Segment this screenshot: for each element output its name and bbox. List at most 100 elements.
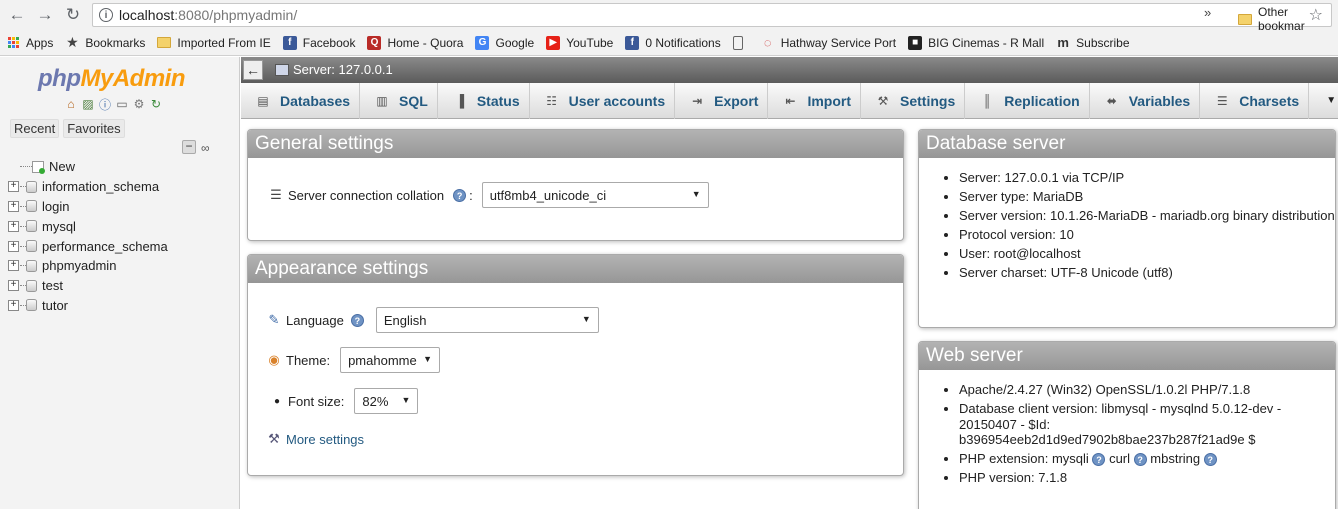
expand-icon[interactable]: + — [8, 240, 19, 252]
info-icon[interactable]: i — [99, 8, 113, 22]
language-select[interactable]: English ▼ — [375, 307, 599, 333]
list-icon: ☰ — [270, 187, 282, 202]
tab-import[interactable]: ⇤ Import — [768, 82, 862, 119]
bookmark-2[interactable]: Imported From IE — [157, 36, 271, 50]
php-ext-label: PHP extension: mysqli — [959, 451, 1089, 467]
collation-select[interactable]: utf8mb4_unicode_ci ▼ — [481, 182, 709, 208]
refresh-icon[interactable]: ↻ — [149, 97, 163, 111]
tab-label: Charsets — [1239, 92, 1300, 109]
more-settings-link[interactable]: More settings — [286, 432, 364, 447]
bookmark-1[interactable]: ★ Bookmarks — [65, 34, 145, 50]
bookmark-8[interactable] — [732, 35, 749, 50]
tab-user-accounts[interactable]: ☷ User accounts — [530, 82, 676, 119]
dropdown-caret-icon: ▼ — [423, 354, 433, 364]
language-icon: ✎ — [268, 312, 280, 327]
url-text[interactable]: localhost:8080/phpmyadmin/ — [119, 7, 297, 23]
tab-sql[interactable]: ▥ SQL — [360, 82, 438, 119]
bookmark-4[interactable]: Q Home - Quora — [367, 35, 463, 50]
bookmark-0[interactable]: Apps — [8, 36, 53, 50]
tree-item-test[interactable]: + test — [8, 276, 168, 296]
address-bar[interactable]: i localhost:8080/phpmyadmin/ ☆ — [92, 3, 1332, 27]
panel-title: Web server — [919, 342, 1335, 370]
panel-title: General settings — [248, 130, 903, 158]
help-icon[interactable]: ⓘ — [98, 97, 112, 112]
bookmark-9[interactable]: ◌ Hathway Service Port — [761, 35, 897, 50]
users-icon: ☷ — [546, 93, 557, 108]
link-icon[interactable]: ∞ — [201, 141, 210, 155]
help-icon[interactable]: ? — [350, 313, 364, 327]
favorites-tab[interactable]: Favorites — [63, 119, 125, 138]
database-icon: ▤ — [257, 93, 269, 108]
theme-select[interactable]: pmahomme ▼ — [340, 347, 441, 373]
appearance-settings-panel: Appearance settings ✎ Language ? English… — [247, 254, 904, 476]
bookmark-label: Subscribe — [1076, 35, 1130, 50]
tree-item-label: tutor — [42, 297, 69, 313]
fontsize-select[interactable]: 82% ▼ — [354, 388, 419, 414]
server-breadcrumb[interactable]: Server: 127.0.0.1 — [275, 62, 393, 77]
bookmark-5[interactable]: G Google — [475, 35, 534, 50]
tab-settings[interactable]: ⚒ Settings — [861, 82, 966, 119]
expand-icon[interactable]: + — [8, 299, 19, 311]
bookmark-label: Hathway Service Port — [780, 35, 897, 50]
bookmark-10[interactable]: ■ BIG Cinemas - R Mall — [908, 35, 1044, 50]
tab-more[interactable]: ▼More — [1309, 83, 1338, 119]
tree-item-performance_schema[interactable]: + performance_schema — [8, 236, 168, 256]
tree-item-label: login — [42, 198, 70, 214]
tab-variables[interactable]: ⬌ Variables — [1090, 82, 1201, 119]
bookmark-3[interactable]: f Facebook — [282, 35, 355, 50]
theme-value: pmahomme — [348, 352, 417, 368]
forward-arrow-icon[interactable]: → — [34, 4, 56, 26]
bookmark-11[interactable]: m Subscribe — [1056, 35, 1130, 50]
back-arrow-icon[interactable]: ← — [6, 4, 28, 26]
tree-item-login[interactable]: + login — [8, 197, 168, 217]
tab-export[interactable]: ⇥ Export — [675, 82, 769, 119]
language-label: Language — [286, 312, 344, 328]
database-icon — [26, 200, 37, 213]
tab-databases[interactable]: ▤ Databases — [241, 82, 361, 119]
tree-item-mysql[interactable]: + mysql — [8, 216, 168, 236]
tree-item-tutor[interactable]: + tutor — [8, 296, 168, 316]
recent-tab[interactable]: Recent — [10, 119, 60, 138]
help-icon[interactable]: ? — [1203, 453, 1217, 467]
php-ext-curl: curl — [1109, 451, 1131, 467]
tree-item-phpmyadmin[interactable]: + phpmyadmin — [8, 256, 168, 276]
gear-icon[interactable]: ⚙ — [132, 97, 146, 111]
panel-title: Appearance settings — [248, 255, 903, 283]
replication-icon: ║ — [982, 93, 992, 108]
phpmyadmin-logo[interactable]: phpMyAdmin — [38, 65, 185, 93]
facebook-icon: f — [282, 35, 297, 50]
bookmark-7[interactable]: f 0 Notifications — [625, 35, 721, 50]
bullet: ● — [274, 395, 281, 407]
collapse-all-icon[interactable]: − — [182, 140, 196, 154]
help-icon[interactable]: ? — [1092, 453, 1106, 467]
other-bookmarks[interactable]: Other bookmar — [1238, 5, 1338, 33]
database-icon — [26, 240, 37, 253]
help-icon[interactable]: ? — [1133, 453, 1147, 467]
expand-icon[interactable]: + — [8, 181, 19, 193]
collapse-nav-arrow-icon[interactable]: ← — [243, 60, 263, 80]
reload-icon[interactable]: ↻ — [62, 4, 84, 26]
docs-icon[interactable]: ▭ — [115, 97, 129, 111]
bookmarks-overflow-chevron[interactable]: » — [1204, 5, 1211, 20]
tab-label: Settings — [900, 92, 956, 109]
home-icon[interactable]: ⌂ — [64, 97, 78, 111]
expand-icon[interactable]: + — [8, 220, 19, 232]
tree-line — [20, 166, 32, 168]
tab-charsets[interactable]: ☰ Charsets — [1200, 82, 1310, 119]
expand-icon[interactable]: + — [8, 260, 19, 272]
variables-icon: ⬌ — [1106, 93, 1117, 108]
exit-icon[interactable]: ▨ — [81, 97, 95, 111]
folder-icon — [1238, 13, 1252, 25]
server-icon — [275, 63, 289, 76]
expand-icon[interactable]: + — [8, 200, 19, 212]
help-icon[interactable]: ? — [453, 188, 467, 202]
tree-item-label: test — [42, 278, 63, 294]
new-database-icon — [32, 160, 45, 174]
expand-icon[interactable]: + — [8, 280, 19, 292]
database-tree: New + information_schema + login + mysql + perf… — [8, 157, 168, 315]
bookmark-6[interactable]: ▶ YouTube — [546, 35, 613, 50]
tree-item-new[interactable]: New — [8, 157, 168, 177]
tab-replication[interactable]: ║ Replication — [965, 82, 1090, 119]
tree-item-information_schema[interactable]: + information_schema — [8, 177, 168, 197]
tab-status[interactable]: ▐ Status — [438, 82, 530, 119]
